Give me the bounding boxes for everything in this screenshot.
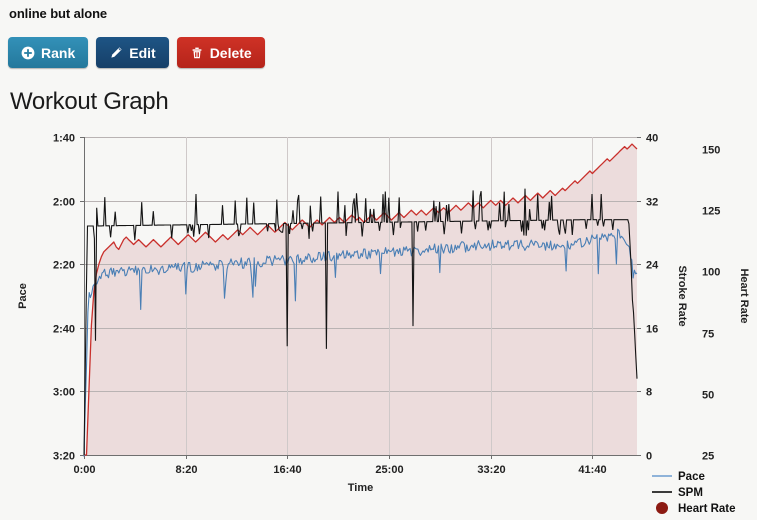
page-title: online but alone — [9, 6, 108, 21]
chart-heading: Workout Graph — [10, 88, 169, 115]
stroke-rate-tick-label: 32 — [646, 197, 658, 209]
stroke-rate-tick-label: 0 — [646, 451, 652, 463]
y-left-tick-label: 3:20 — [53, 451, 75, 463]
heart-rate-tick-label: 25 — [702, 451, 714, 463]
heart-rate-tick-label: 75 — [702, 329, 714, 341]
heart-rate-tick-label: 150 — [702, 145, 720, 157]
y-axis-title-pace: Pace — [17, 283, 29, 309]
chart-canvas: 1:40 40 150 2:00 32 125 2:20 24 100 2:40 16 75 3:00 8… — [17, 133, 750, 516]
edit-button-label: Edit — [129, 44, 156, 61]
delete-button[interactable]: Delete — [176, 37, 265, 68]
stroke-rate-tick-label: 40 — [646, 133, 658, 145]
workout-graph: 1:40 40 150 2:00 32 125 2:20 24 100 2:40 16 75 3:00 8… — [0, 120, 757, 520]
legend-item-spm[interactable]: SPM — [652, 487, 703, 499]
y-axis-title-heart-rate: Heart Rate — [738, 268, 750, 323]
rank-button[interactable]: Rank — [8, 37, 89, 68]
stroke-rate-tick-label: 24 — [646, 260, 659, 272]
x-tick-label: 33:20 — [477, 464, 505, 476]
legend-item-heart-rate[interactable]: Heart Rate — [656, 502, 736, 515]
legend-item-pace[interactable]: Pace — [652, 471, 705, 483]
legend-label-pace: Pace — [678, 471, 705, 483]
delete-button-label: Delete — [209, 44, 252, 61]
chart-legend: Pace SPM Heart Rate — [652, 471, 736, 515]
heart-rate-tick-label: 100 — [702, 267, 720, 279]
trash-icon — [190, 46, 204, 60]
x-axis-title: Time — [348, 482, 373, 494]
pencil-icon — [109, 46, 123, 60]
plot-area — [84, 144, 637, 455]
legend-label-heart-rate: Heart Rate — [678, 503, 736, 515]
legend-label-spm: SPM — [678, 487, 703, 499]
x-tick-label: 41:40 — [578, 464, 606, 476]
action-toolbar: Rank Edit Delete — [8, 37, 265, 68]
stroke-rate-tick-label: 16 — [646, 324, 658, 336]
heart-rate-tick-label: 50 — [702, 390, 714, 402]
y-left-tick-label: 2:40 — [53, 324, 75, 336]
x-tick-label: 16:40 — [273, 464, 301, 476]
stroke-rate-tick-label: 8 — [646, 387, 652, 399]
y-axis-title-stroke-rate: Stroke Rate — [676, 265, 688, 326]
y-left-tick-label: 2:20 — [53, 260, 75, 272]
y-left-tick-label: 3:00 — [53, 387, 75, 399]
plus-circle-icon — [21, 46, 35, 60]
x-tick-label: 25:00 — [375, 464, 403, 476]
rank-button-label: Rank — [41, 44, 76, 61]
edit-button[interactable]: Edit — [96, 37, 169, 68]
y-left-tick-label: 2:00 — [53, 197, 75, 209]
heart-rate-tick-label: 125 — [702, 206, 720, 218]
x-tick-label: 0:00 — [73, 464, 95, 476]
y-left-tick-label: 1:40 — [53, 133, 75, 145]
x-tick-label: 8:20 — [175, 464, 197, 476]
